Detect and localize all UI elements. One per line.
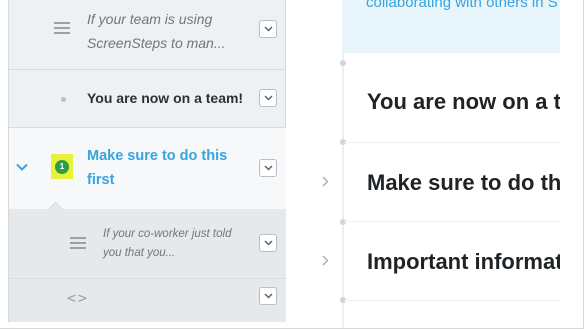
item-menu-button[interactable]: [259, 159, 277, 177]
screensteps-editor: If your team is using ScreenSteps to man…: [0, 0, 584, 329]
text-lines-icon: [70, 237, 86, 251]
outline-item-on-a-team[interactable]: You are now on a team!: [9, 70, 286, 128]
timeline-dot: [340, 219, 346, 225]
dot-icon: [61, 97, 66, 102]
chevron-down-icon: [263, 240, 273, 246]
step-number-icon: 1: [55, 159, 69, 174]
outline-subitem-code[interactable]: <>: [9, 279, 286, 322]
outline-item-screensteps-team[interactable]: If your team is using ScreenSteps to man…: [9, 0, 286, 70]
section-heading[interactable]: Important information: [367, 249, 560, 275]
chevron-down-icon: [263, 26, 273, 32]
chevron-right-icon[interactable]: [322, 176, 329, 187]
chevron-right-icon[interactable]: [322, 255, 329, 266]
outline-item-label[interactable]: Make sure to do this first: [87, 144, 247, 192]
chevron-down-icon: [263, 95, 273, 101]
item-menu-button[interactable]: [259, 20, 277, 38]
outline-item-make-sure[interactable]: 1 Make sure to do this first: [9, 128, 286, 209]
chevron-down-icon: [263, 293, 273, 299]
outline-sidebar: If your team is using ScreenSteps to man…: [8, 0, 286, 322]
outline-subitem-co-worker[interactable]: If your co-worker just told you that you…: [9, 209, 286, 279]
info-banner: collaborating with others in S: [342, 0, 560, 53]
section-divider: [344, 300, 560, 301]
item-menu-button[interactable]: [259, 234, 277, 252]
section-divider: [344, 221, 560, 222]
chevron-down-icon: [263, 165, 273, 171]
timeline-line: [342, 53, 344, 328]
step-badge: 1: [51, 154, 73, 179]
chevron-down-icon[interactable]: [16, 163, 28, 171]
item-menu-button[interactable]: [259, 287, 277, 305]
content-viewport: collaborating with others in S You are n…: [286, 0, 560, 328]
outline-item-label: If your team is using ScreenSteps to man…: [87, 11, 226, 51]
item-menu-button[interactable]: [259, 89, 277, 107]
section-heading[interactable]: Make sure to do this first: [367, 170, 560, 196]
code-icon: <>: [67, 289, 90, 307]
outline-item-label: You are now on a team!: [87, 90, 244, 106]
timeline-dot: [340, 60, 346, 66]
section-divider: [344, 142, 560, 143]
section-heading[interactable]: You are now on a team!: [367, 89, 560, 115]
banner-text: collaborating with others in S: [366, 0, 558, 11]
outline-item-label: If your co-worker just told you that you…: [103, 228, 232, 259]
text-lines-icon: [54, 22, 70, 36]
article-content: collaborating with others in S You are n…: [286, 0, 583, 328]
